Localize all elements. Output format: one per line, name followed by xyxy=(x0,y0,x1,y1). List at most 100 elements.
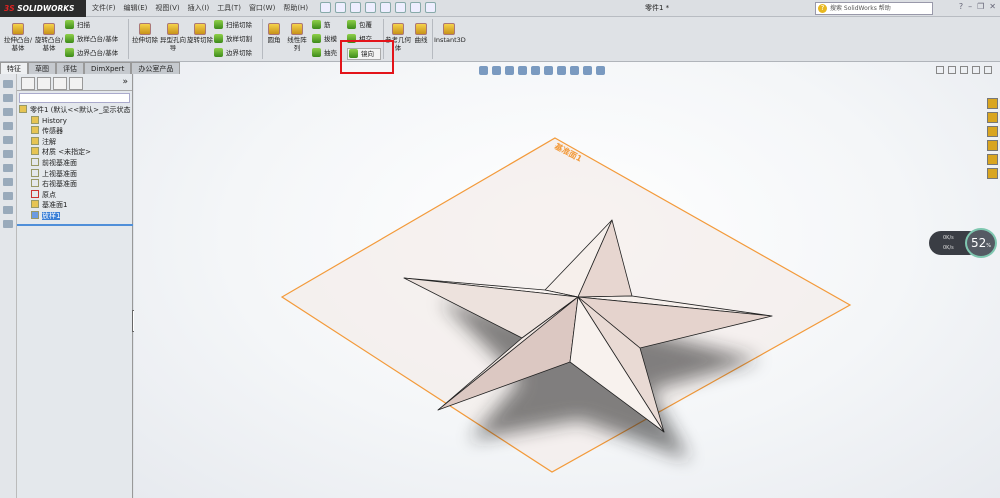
tile-icon[interactable] xyxy=(936,66,944,74)
tool-icon[interactable] xyxy=(3,108,13,116)
rollback-bar[interactable] xyxy=(17,224,133,226)
tree-item-loft1[interactable]: 放样1 xyxy=(17,210,132,222)
menu-bar: 文件(F) 编辑(E) 视图(V) 插入(I) 工具(T) 窗口(W) 帮助(H… xyxy=(92,3,308,13)
hole-wizard-button[interactable]: 异型孔向导 xyxy=(160,21,186,52)
tool-icon[interactable] xyxy=(3,192,13,200)
instant3d-button[interactable]: Instant3D xyxy=(434,21,466,44)
tree-item-origin[interactable]: 原点 xyxy=(17,189,132,201)
menu-help[interactable]: 帮助(H) xyxy=(283,3,308,13)
menu-insert[interactable]: 插入(I) xyxy=(188,3,210,13)
tool-icon[interactable] xyxy=(3,206,13,214)
view-palette-icon[interactable] xyxy=(987,140,998,151)
tab-sketch[interactable]: 草图 xyxy=(28,62,56,74)
view-settings-icon[interactable] xyxy=(596,66,605,75)
menu-window[interactable]: 窗口(W) xyxy=(249,3,275,13)
appearances-icon[interactable] xyxy=(987,154,998,165)
resources-icon[interactable] xyxy=(987,98,998,109)
extrude-cut-button[interactable]: 拉伸切除 xyxy=(132,21,158,44)
boundary-cut-button[interactable]: 边界切除 xyxy=(214,48,252,58)
tool-icon[interactable] xyxy=(3,178,13,186)
undo-icon[interactable] xyxy=(380,2,391,13)
tool-icon[interactable] xyxy=(3,122,13,130)
tool-icon[interactable] xyxy=(3,164,13,172)
zoom-to-fit-icon[interactable] xyxy=(479,66,488,75)
lofted-cut-button[interactable]: 放样切割 xyxy=(214,34,252,44)
shell-button[interactable]: 抽壳 xyxy=(312,48,337,58)
network-monitor-widget[interactable]: 0K/s 0K/s 52% xyxy=(929,228,1000,258)
tree-item-annotations[interactable]: 注解 xyxy=(17,136,132,148)
new-icon[interactable] xyxy=(320,2,331,13)
tool-icon[interactable] xyxy=(3,136,13,144)
print-icon[interactable] xyxy=(365,2,376,13)
close-icon[interactable] xyxy=(984,66,992,74)
tree-item-right-plane[interactable]: 右视基准面 xyxy=(17,179,132,190)
mirror-highlight-box xyxy=(340,40,394,74)
display-style-icon[interactable] xyxy=(544,66,553,75)
previous-view-icon[interactable] xyxy=(505,66,514,75)
revolve-cut-button[interactable]: 旋转切除 xyxy=(187,21,213,44)
sweep-button[interactable]: 扫描 xyxy=(65,20,90,30)
expand-icon[interactable]: » xyxy=(122,77,128,87)
open-icon[interactable] xyxy=(335,2,346,13)
menu-file[interactable]: 文件(F) xyxy=(92,3,116,13)
rib-button[interactable]: 筋 xyxy=(312,20,331,30)
menu-tools[interactable]: 工具(T) xyxy=(217,3,241,13)
select-icon[interactable] xyxy=(395,2,406,13)
restore-icon[interactable]: ❐ xyxy=(977,2,984,11)
feature-manager-tab-icon[interactable] xyxy=(21,77,35,90)
minimize-icon[interactable] xyxy=(960,66,968,74)
graphics-area[interactable]: 基准面1 0K/s 0K/s 52% xyxy=(134,62,1000,498)
hide-show-icon[interactable] xyxy=(557,66,566,75)
swept-cut-button[interactable]: 扫描切除 xyxy=(214,20,252,30)
extrude-boss-button[interactable]: 拉伸凸台/基体 xyxy=(3,21,33,52)
draft-button[interactable]: 拔模 xyxy=(312,34,337,44)
wrap-button[interactable]: 包覆 xyxy=(347,20,372,30)
curves-button[interactable]: 曲线 xyxy=(411,21,431,44)
sensor-icon xyxy=(31,126,39,135)
options-icon[interactable] xyxy=(425,2,436,13)
tree-item-material[interactable]: 材质 <未指定> xyxy=(17,147,132,158)
view-orientation-icon[interactable] xyxy=(531,66,540,75)
help-icon[interactable]: ? xyxy=(959,2,963,11)
custom-properties-icon[interactable] xyxy=(987,168,998,179)
scene-icon[interactable] xyxy=(583,66,592,75)
tree-item-sensors[interactable]: 传感器 xyxy=(17,126,132,137)
tab-dimxpert[interactable]: DimXpert xyxy=(84,62,132,74)
tool-icon[interactable] xyxy=(3,94,13,102)
fillet-button[interactable]: 圆角 xyxy=(264,21,284,44)
revolve-boss-button[interactable]: 旋转凸台/基体 xyxy=(34,21,64,52)
configuration-manager-tab-icon[interactable] xyxy=(53,77,67,90)
appearance-icon[interactable] xyxy=(570,66,579,75)
menu-edit[interactable]: 编辑(E) xyxy=(124,3,148,13)
tool-icon[interactable] xyxy=(3,80,13,88)
restore-icon[interactable] xyxy=(972,66,980,74)
tree-item-plane1[interactable]: 基准面1 xyxy=(17,200,132,211)
tile-icon[interactable] xyxy=(948,66,956,74)
help-search-input[interactable]: 搜索 SolidWorks 帮助 xyxy=(815,2,933,15)
design-library-icon[interactable] xyxy=(987,112,998,123)
save-icon[interactable] xyxy=(350,2,361,13)
tree-item-top-plane[interactable]: 上视基准面 xyxy=(17,168,132,180)
rebuild-icon[interactable] xyxy=(410,2,421,13)
tool-icon[interactable] xyxy=(3,220,13,228)
zoom-area-icon[interactable] xyxy=(492,66,501,75)
linear-pattern-button[interactable]: 线性阵列 xyxy=(286,21,308,52)
tab-office-products[interactable]: 办公室产品 xyxy=(131,62,181,74)
loft-boss-button[interactable]: 放样凸台/基体 xyxy=(65,34,118,44)
tree-item-history[interactable]: History xyxy=(17,115,132,127)
tree-item-front-plane[interactable]: 前视基准面 xyxy=(17,157,132,169)
file-explorer-icon[interactable] xyxy=(987,126,998,137)
tree-filter-input[interactable] xyxy=(19,93,130,103)
tool-icon[interactable] xyxy=(3,150,13,158)
close-icon[interactable]: ✕ xyxy=(989,2,996,11)
section-view-icon[interactable] xyxy=(518,66,527,75)
tab-evaluate[interactable]: 评估 xyxy=(56,62,84,74)
minimize-icon[interactable]: – xyxy=(968,2,972,11)
property-manager-tab-icon[interactable] xyxy=(37,77,51,90)
menu-view[interactable]: 视图(V) xyxy=(155,3,179,13)
boundary-boss-button[interactable]: 边界凸台/基体 xyxy=(65,48,118,58)
tree-root[interactable]: 零件1 (默认<<默认>_显示状态 xyxy=(17,105,132,116)
solidworks-logo[interactable]: 3S SOLIDWORKS xyxy=(0,0,86,17)
display-manager-tab-icon[interactable] xyxy=(69,77,83,90)
tab-features[interactable]: 特征 xyxy=(0,62,28,74)
